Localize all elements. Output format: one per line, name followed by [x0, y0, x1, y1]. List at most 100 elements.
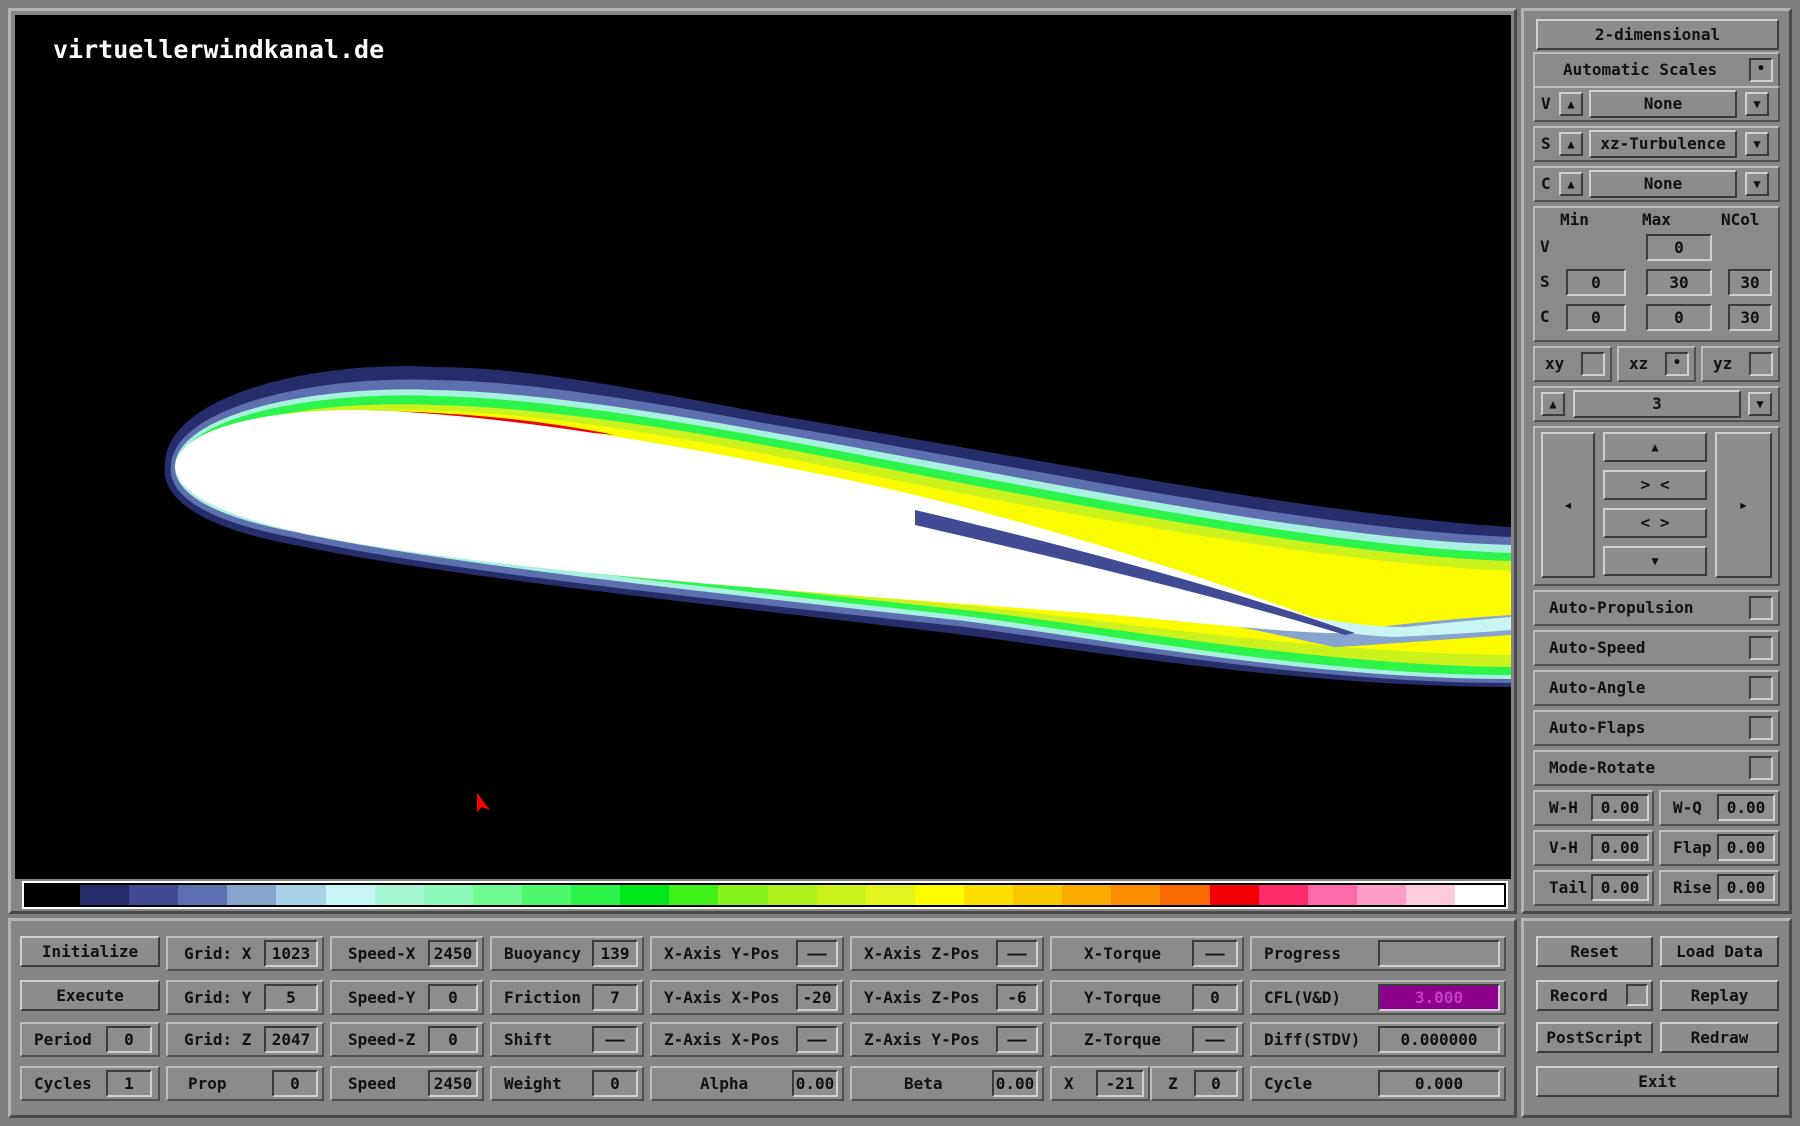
param-field[interactable]: 0.00	[1591, 834, 1649, 861]
toggle-auto-angle[interactable]: Auto-Angle	[1533, 670, 1780, 706]
plane-xz[interactable]: xz •	[1617, 346, 1696, 382]
slice-down-arrow-icon[interactable]: ▼	[1748, 392, 1772, 416]
plane-yz[interactable]: yz	[1701, 346, 1780, 382]
alpha-field[interactable]: 0.00	[792, 1070, 838, 1097]
xtorque-cell: X-Torque ——	[1050, 936, 1244, 971]
selector-value[interactable]: xz-Turbulence	[1589, 130, 1737, 158]
grid-x-field[interactable]: 1023	[264, 940, 318, 967]
friction-field[interactable]: 7	[592, 984, 638, 1011]
zaxis-xpos-field[interactable]: ——	[796, 1026, 838, 1053]
record-checkbox[interactable]	[1626, 984, 1648, 1006]
execute-button[interactable]: Execute	[20, 980, 160, 1011]
selector-value[interactable]: None	[1589, 90, 1737, 118]
yaxis-xpos-field[interactable]: -20	[796, 984, 838, 1011]
param-field[interactable]: 0.00	[1591, 874, 1649, 901]
yaxis-zpos-field[interactable]: -6	[996, 984, 1038, 1011]
scale-ncol-field[interactable]: 30	[1728, 304, 1772, 331]
plane-radio[interactable]: •	[1665, 352, 1689, 376]
toggle-checkbox[interactable]	[1749, 596, 1773, 620]
xaxis-ypos-field[interactable]: ——	[796, 940, 838, 967]
plane-radio[interactable]	[1581, 352, 1605, 376]
param-field[interactable]: 0.00	[1717, 794, 1775, 821]
redraw-button[interactable]: Redraw	[1660, 1022, 1779, 1053]
selector-up-arrow-icon[interactable]: ▲	[1559, 132, 1583, 156]
speed-y-field[interactable]: 0	[428, 984, 478, 1011]
zaxis-ypos-field[interactable]: ——	[996, 1026, 1038, 1053]
pan-left-button[interactable]: ◂	[1541, 432, 1595, 578]
scale-header-max: Max	[1642, 210, 1671, 229]
plane-label: xz	[1629, 354, 1649, 373]
toggle-auto-flaps[interactable]: Auto-Flaps	[1533, 710, 1780, 746]
zoom-out-button[interactable]: < >	[1603, 508, 1707, 538]
selector-down-arrow-icon[interactable]: ▼	[1745, 172, 1769, 196]
speed-field[interactable]: 2450	[428, 1070, 478, 1097]
speed-x-field[interactable]: 2450	[428, 940, 478, 967]
reset-button[interactable]: Reset	[1536, 936, 1653, 967]
slice-up-arrow-icon[interactable]: ▲	[1541, 392, 1565, 416]
toggle-mode-rotate[interactable]: Mode-Rotate	[1533, 750, 1780, 786]
exit-button[interactable]: Exit	[1536, 1066, 1779, 1097]
pan-up-button[interactable]: ▲	[1603, 432, 1707, 462]
zaxis-ypos-label: Z-Axis Y-Pos	[864, 1030, 980, 1049]
param-field[interactable]: 0.00	[1717, 874, 1775, 901]
cycles-field[interactable]: 1	[106, 1070, 152, 1097]
param-field[interactable]: 0.00	[1717, 834, 1775, 861]
x-field[interactable]: -21	[1096, 1070, 1144, 1097]
scale-max-field[interactable]: 30	[1646, 269, 1712, 296]
dimension-button[interactable]: 2-dimensional	[1536, 19, 1779, 50]
viewport-frame: virtuellerwindkanal.de	[8, 8, 1517, 914]
ytorque-field[interactable]: 0	[1192, 984, 1238, 1011]
scale-max-field[interactable]: 0	[1646, 234, 1712, 261]
param-v-h: V-H 0.00	[1533, 830, 1654, 866]
buoyancy-field[interactable]: 139	[592, 940, 638, 967]
pan-down-button[interactable]: ▼	[1603, 546, 1707, 576]
alpha-label: Alpha	[700, 1074, 749, 1093]
postscript-button[interactable]: PostScript	[1536, 1022, 1653, 1053]
toggle-checkbox[interactable]	[1749, 636, 1773, 660]
selector-down-arrow-icon[interactable]: ▼	[1745, 92, 1769, 116]
load-data-button[interactable]: Load Data	[1660, 936, 1779, 967]
record-button[interactable]: Record	[1536, 980, 1653, 1011]
replay-button[interactable]: Replay	[1660, 980, 1779, 1011]
pan-right-button[interactable]: ▸	[1715, 432, 1772, 578]
shift-field[interactable]: ——	[592, 1026, 638, 1053]
xaxis-zpos-field[interactable]: ——	[996, 940, 1038, 967]
selector-up-arrow-icon[interactable]: ▲	[1559, 92, 1583, 116]
beta-field[interactable]: 0.00	[992, 1070, 1038, 1097]
period-cell: Period 0	[20, 1022, 160, 1057]
selector-up-arrow-icon[interactable]: ▲	[1559, 172, 1583, 196]
plane-radio[interactable]	[1749, 352, 1773, 376]
record-label: Record	[1550, 986, 1608, 1005]
toggle-checkbox[interactable]	[1749, 756, 1773, 780]
grid-y-field[interactable]: 5	[264, 984, 318, 1011]
selector-down-arrow-icon[interactable]: ▼	[1745, 132, 1769, 156]
scale-min-field[interactable]: 0	[1566, 304, 1626, 331]
cycles-cell: Cycles 1	[20, 1066, 160, 1101]
grid-x-cell: Grid: X 1023	[166, 936, 324, 971]
toggle-auto-propulsion[interactable]: Auto-Propulsion	[1533, 590, 1780, 626]
scale-ncol-field[interactable]: 30	[1728, 269, 1772, 296]
auto-scales-checkbox[interactable]: •	[1749, 58, 1773, 82]
grid-z-field[interactable]: 2047	[264, 1026, 318, 1053]
scale-max-field[interactable]: 0	[1646, 304, 1712, 331]
plane-xy[interactable]: xy	[1533, 346, 1612, 382]
prop-field[interactable]: 0	[272, 1070, 318, 1097]
toggle-checkbox[interactable]	[1749, 716, 1773, 740]
zoom-in-button[interactable]: > <	[1603, 470, 1707, 500]
toggle-checkbox[interactable]	[1749, 676, 1773, 700]
period-field[interactable]: 0	[106, 1026, 152, 1053]
weight-field[interactable]: 0	[592, 1070, 638, 1097]
xtorque-field[interactable]: ——	[1192, 940, 1238, 967]
colorbar-swatch	[1062, 885, 1112, 905]
yaxis-xpos-cell: Y-Axis X-Pos -20	[650, 980, 844, 1015]
flow-canvas[interactable]: virtuellerwindkanal.de	[15, 15, 1511, 879]
auto-scales-row[interactable]: Automatic Scales •	[1533, 52, 1780, 88]
z-field[interactable]: 0	[1194, 1070, 1238, 1097]
toggle-auto-speed[interactable]: Auto-Speed	[1533, 630, 1780, 666]
scale-min-field[interactable]: 0	[1566, 269, 1626, 296]
speed-z-field[interactable]: 0	[428, 1026, 478, 1053]
selector-value[interactable]: None	[1589, 170, 1737, 198]
initialize-button[interactable]: Initialize	[20, 936, 160, 967]
param-field[interactable]: 0.00	[1591, 794, 1649, 821]
ztorque-field[interactable]: ——	[1192, 1026, 1238, 1053]
